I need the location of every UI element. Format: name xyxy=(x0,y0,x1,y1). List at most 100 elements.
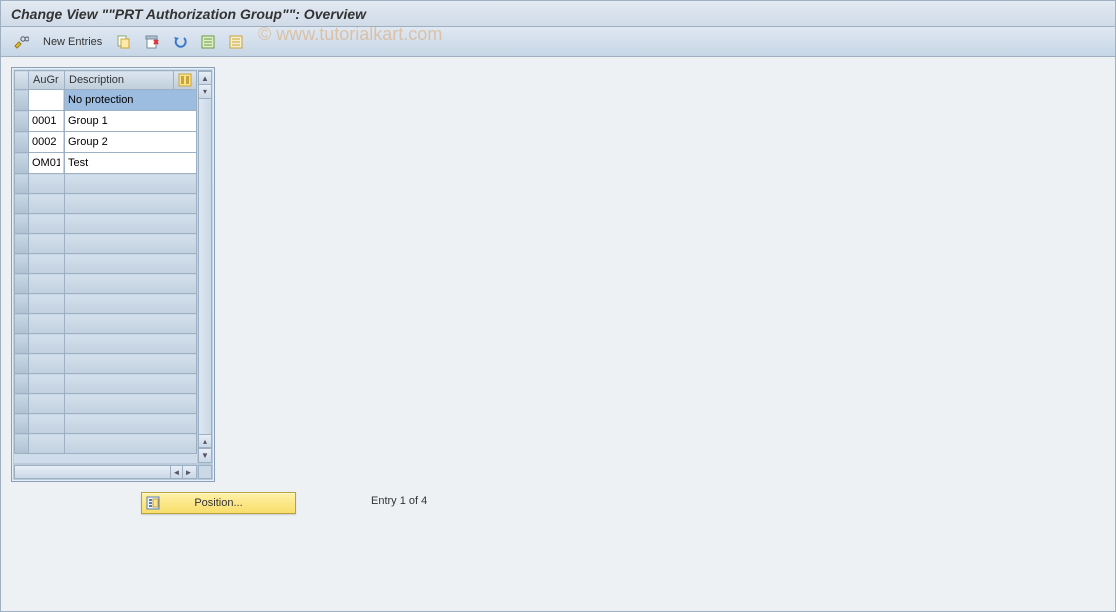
table-scroll-area: AuGr Description xyxy=(14,70,197,463)
cell-description xyxy=(65,90,197,111)
table-row xyxy=(15,394,197,414)
row-selector-header[interactable] xyxy=(15,71,29,90)
row-selector[interactable] xyxy=(15,414,29,434)
cell-augr xyxy=(29,90,65,111)
cell-augr xyxy=(29,314,65,334)
delete-icon xyxy=(144,34,160,50)
cell-augr xyxy=(29,434,65,454)
row-selector[interactable] xyxy=(15,314,29,334)
cell-description xyxy=(65,294,197,314)
row-selector[interactable] xyxy=(15,334,29,354)
scroll-thumb[interactable] xyxy=(199,99,211,434)
table-row xyxy=(15,354,197,374)
new-entries-button[interactable]: New Entries xyxy=(37,31,108,53)
row-selector[interactable] xyxy=(15,374,29,394)
cell-description xyxy=(65,111,197,132)
scroll-up-button[interactable]: ▲ xyxy=(199,71,211,85)
row-selector[interactable] xyxy=(15,111,29,132)
row-selector[interactable] xyxy=(15,234,29,254)
cell-augr xyxy=(29,194,65,214)
table-row xyxy=(15,90,197,111)
table-row xyxy=(15,111,197,132)
cell-augr xyxy=(29,132,65,153)
content-area: AuGr Description ▲ ▾ ▴ ▼ xyxy=(1,57,1115,611)
description-input[interactable] xyxy=(65,153,196,173)
cell-augr xyxy=(29,374,65,394)
undo-icon xyxy=(172,34,188,50)
scroll-line-up-button[interactable]: ▾ xyxy=(199,85,211,99)
table-row xyxy=(15,294,197,314)
scroll-line-down-button[interactable]: ▴ xyxy=(199,434,211,448)
augr-input[interactable] xyxy=(29,90,63,110)
table-row xyxy=(15,234,197,254)
table-header-row: AuGr Description xyxy=(15,71,197,90)
scroll-right-button[interactable]: ► xyxy=(182,466,194,478)
cell-augr xyxy=(29,394,65,414)
row-selector[interactable] xyxy=(15,254,29,274)
table-settings-button[interactable] xyxy=(174,71,197,90)
table-row xyxy=(15,414,197,434)
description-input[interactable] xyxy=(65,90,196,110)
description-input[interactable] xyxy=(65,132,196,152)
scroll-down-button[interactable]: ▼ xyxy=(199,448,211,462)
cell-description xyxy=(65,194,197,214)
delete-button[interactable] xyxy=(140,31,164,53)
toolbar: New Entries xyxy=(1,27,1115,57)
augr-input[interactable] xyxy=(29,153,63,173)
horizontal-scrollbar[interactable]: ◄ ► xyxy=(14,465,197,479)
description-input[interactable] xyxy=(65,111,196,131)
cell-augr xyxy=(29,274,65,294)
row-selector[interactable] xyxy=(15,90,29,111)
row-selector[interactable] xyxy=(15,434,29,454)
cell-augr xyxy=(29,174,65,194)
authorization-group-table: AuGr Description xyxy=(14,70,197,454)
table-row xyxy=(15,174,197,194)
cell-description xyxy=(65,334,197,354)
position-button[interactable]: Position... xyxy=(141,492,296,514)
cell-description xyxy=(65,214,197,234)
column-header-augr[interactable]: AuGr xyxy=(29,71,65,90)
cell-augr xyxy=(29,294,65,314)
row-selector[interactable] xyxy=(15,214,29,234)
row-selector[interactable] xyxy=(15,394,29,414)
table-row xyxy=(15,274,197,294)
cell-augr xyxy=(29,354,65,374)
row-selector[interactable] xyxy=(15,354,29,374)
row-selector[interactable] xyxy=(15,153,29,174)
table-row xyxy=(15,314,197,334)
deselect-all-icon xyxy=(228,34,244,50)
table-pane: AuGr Description ▲ ▾ ▴ ▼ xyxy=(11,67,215,482)
select-all-icon xyxy=(200,34,216,50)
row-selector[interactable] xyxy=(15,294,29,314)
cell-augr xyxy=(29,214,65,234)
table-row xyxy=(15,434,197,454)
new-entries-label: New Entries xyxy=(43,36,102,48)
cell-description xyxy=(65,314,197,334)
table-row xyxy=(15,153,197,174)
cell-description xyxy=(65,394,197,414)
table-row xyxy=(15,214,197,234)
scroll-left-button[interactable]: ◄ xyxy=(170,466,182,478)
deselect-all-button[interactable] xyxy=(224,31,248,53)
cell-description xyxy=(65,274,197,294)
select-all-button[interactable] xyxy=(196,31,220,53)
row-selector[interactable] xyxy=(15,132,29,153)
copy-icon xyxy=(116,34,132,50)
cell-augr xyxy=(29,334,65,354)
cell-description xyxy=(65,234,197,254)
vertical-scrollbar[interactable]: ▲ ▾ ▴ ▼ xyxy=(198,70,212,463)
table-row xyxy=(15,132,197,153)
column-header-description[interactable]: Description xyxy=(65,71,174,90)
augr-input[interactable] xyxy=(29,111,63,131)
row-selector[interactable] xyxy=(15,194,29,214)
undo-button[interactable] xyxy=(168,31,192,53)
cell-description xyxy=(65,354,197,374)
pencil-glasses-icon xyxy=(13,34,29,50)
copy-as-button[interactable] xyxy=(112,31,136,53)
row-selector[interactable] xyxy=(15,174,29,194)
title-bar: Change View ""PRT Authorization Group"":… xyxy=(1,1,1115,27)
augr-input[interactable] xyxy=(29,132,63,152)
cell-description xyxy=(65,132,197,153)
row-selector[interactable] xyxy=(15,274,29,294)
toggle-display-change-button[interactable] xyxy=(9,31,33,53)
